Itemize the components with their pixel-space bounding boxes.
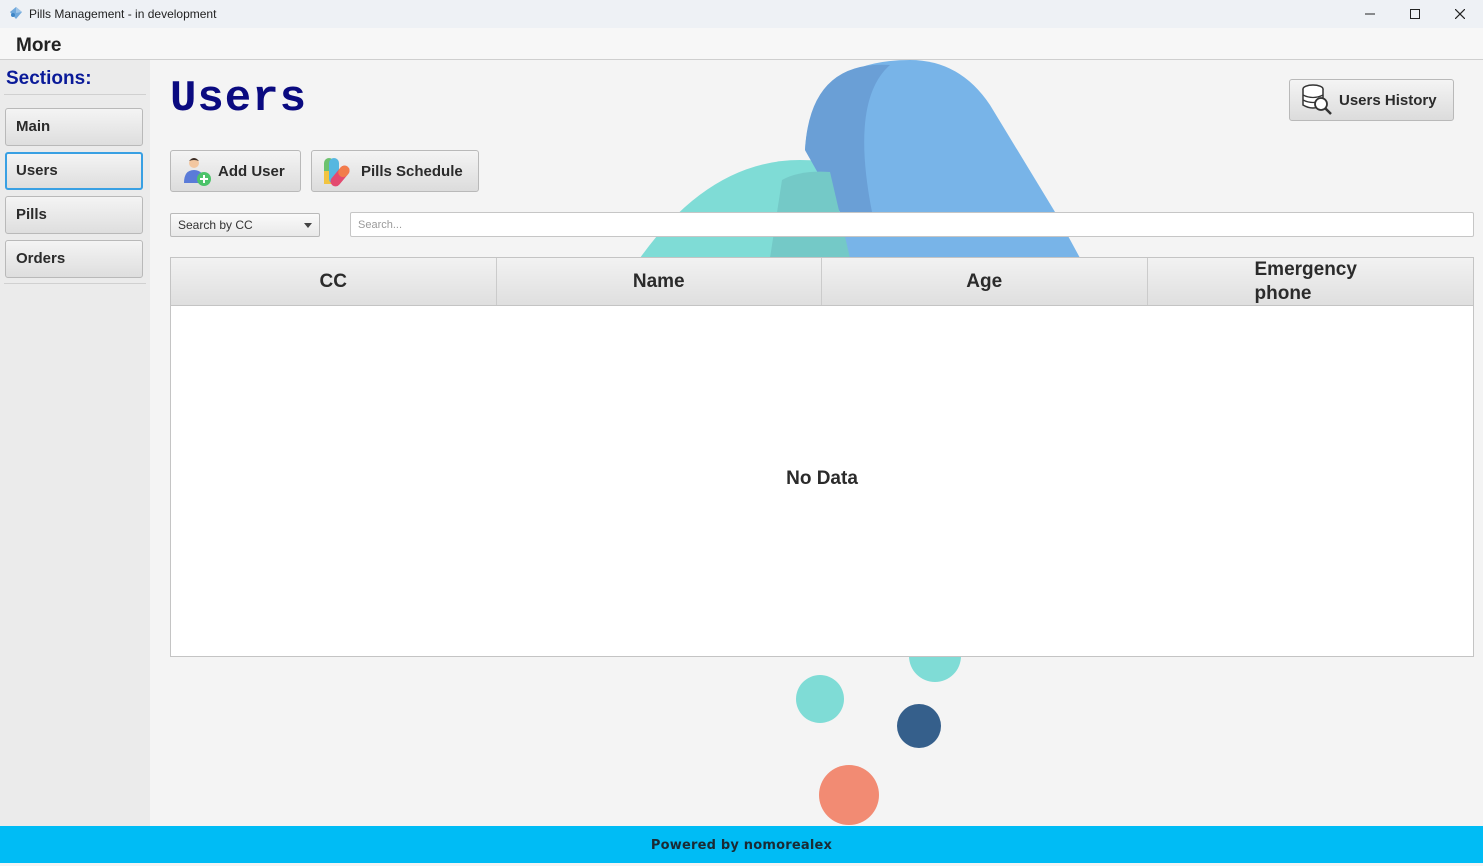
minimize-button[interactable] [1347, 0, 1393, 28]
table-header: CC Name Age Emergency phone [171, 258, 1473, 306]
maximize-button[interactable] [1392, 0, 1438, 28]
pills-schedule-label: Pills Schedule [361, 162, 463, 180]
sidebar-item-main[interactable]: Main [5, 108, 143, 146]
close-icon [1455, 9, 1465, 19]
empty-table-message: No Data [786, 468, 858, 489]
column-header-emergency-phone[interactable]: Emergency phone [1148, 258, 1474, 305]
pills-schedule-button[interactable]: Pills Schedule [311, 150, 479, 192]
sections-title: Sections: [6, 68, 92, 89]
pills-icon [324, 158, 350, 187]
sidebar-item-orders[interactable]: Orders [5, 240, 143, 278]
window-titlebar: Pills Management - in development [0, 0, 1483, 28]
add-user-button[interactable]: Add User [170, 150, 301, 192]
add-user-label: Add User [218, 162, 285, 180]
minimize-icon [1365, 13, 1375, 15]
column-header-emergency-phone-label: Emergency phone [1254, 258, 1357, 304]
users-history-button[interactable]: Users History [1289, 79, 1454, 121]
users-table: CC Name Age Emergency phone No Data [170, 257, 1474, 657]
footer-text: Powered by nomorealex [650, 838, 833, 853]
sidebar-divider [4, 94, 146, 95]
column-header-name[interactable]: Name [497, 258, 822, 305]
app-icon [10, 7, 22, 19]
search-by-selected: Search by CC [178, 218, 253, 232]
users-history-label: Users History [1339, 91, 1437, 109]
column-header-age[interactable]: Age [822, 258, 1148, 305]
chevron-down-icon [304, 223, 312, 228]
page-title: Users [170, 74, 308, 124]
maximize-icon [1410, 9, 1420, 19]
close-button[interactable] [1437, 0, 1483, 28]
database-search-icon [1302, 84, 1332, 115]
menu-more[interactable]: More [16, 35, 61, 57]
sidebar: Sections: Main Users Pills Orders [0, 60, 150, 826]
add-user-icon [184, 158, 211, 186]
footer: Powered by nomorealex [0, 826, 1483, 863]
sidebar-divider [4, 283, 146, 284]
column-header-cc[interactable]: CC [171, 258, 497, 305]
sidebar-item-pills[interactable]: Pills [5, 196, 143, 234]
search-by-select[interactable]: Search by CC [170, 213, 320, 237]
window-title: Pills Management - in development [29, 7, 217, 21]
sidebar-item-users[interactable]: Users [5, 152, 143, 190]
menu-bar: More [0, 28, 1483, 60]
main-content: Users Users History Add User Pills Sched… [150, 60, 1483, 826]
search-input[interactable] [350, 212, 1474, 237]
